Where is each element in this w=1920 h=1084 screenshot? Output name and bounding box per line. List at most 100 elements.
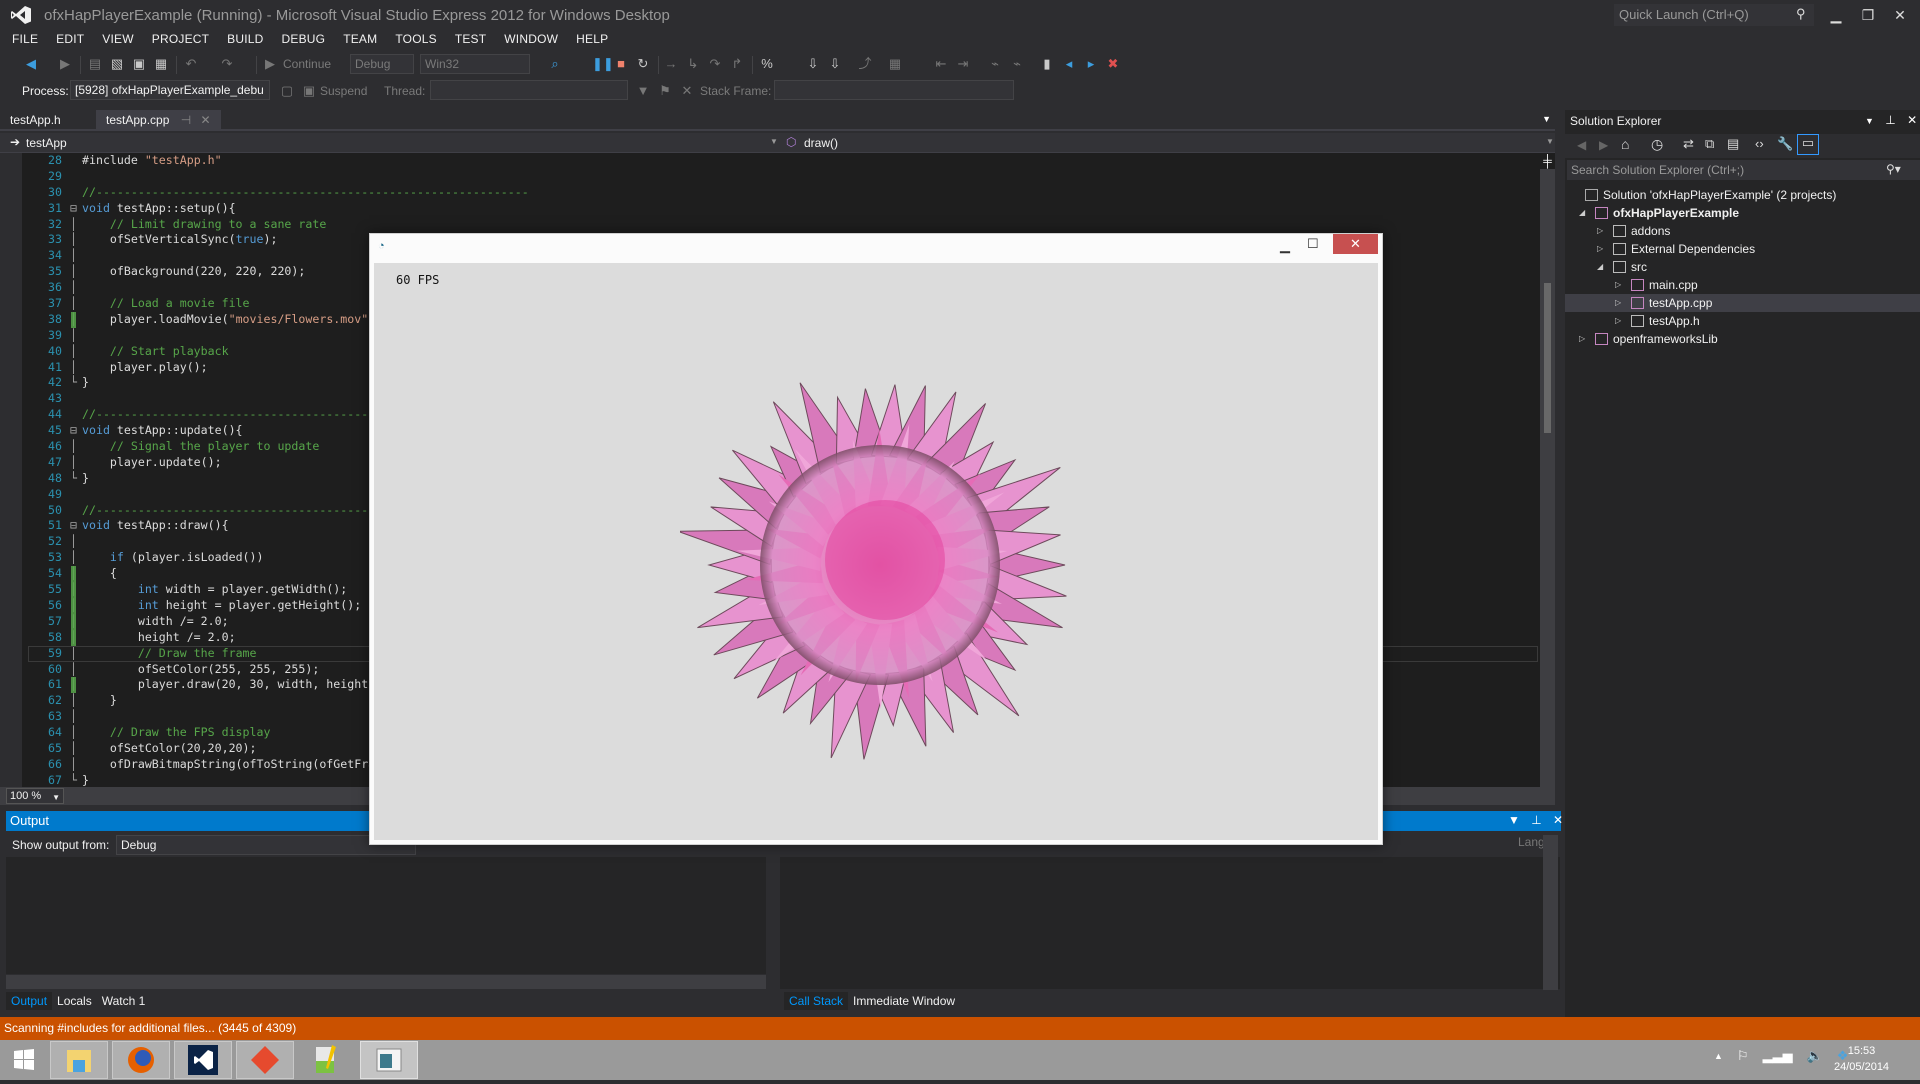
dropdown-icon[interactable]: ▼	[1865, 116, 1874, 126]
hex-display-icon[interactable]: %	[760, 57, 774, 71]
lifecycle-events-icon[interactable]: ▢	[280, 84, 294, 98]
tab-immediate-window[interactable]: Immediate Window	[848, 992, 960, 1010]
tree-item[interactable]: ▷ testApp.cpp	[1565, 294, 1920, 312]
surround-with-icon[interactable]: ⇩	[828, 57, 842, 71]
expand-arrow-icon[interactable]: ▷	[1597, 240, 1603, 258]
save-icon[interactable]: ▣	[132, 57, 146, 71]
search-icon[interactable]: ⚲	[1796, 6, 1806, 22]
tree-item[interactable]: ▷ openframeworksLib	[1565, 330, 1920, 348]
suspend-button[interactable]: Suspend	[320, 84, 367, 98]
show-external-code-icon[interactable]: ✕	[680, 84, 694, 98]
back-icon[interactable]: ◀	[1577, 138, 1586, 152]
solution-explorer-search[interactable]: Search Solution Explorer (Ctrl+;)	[1567, 160, 1920, 180]
menu-edit[interactable]: EDIT	[47, 32, 93, 50]
pending-changes-icon[interactable]: ◷	[1651, 136, 1663, 153]
find-in-files-icon[interactable]: ⌕	[548, 57, 562, 71]
scope-chevron-icon[interactable]: ▼	[770, 137, 778, 146]
pin-icon[interactable]: ⊥	[1531, 813, 1541, 827]
insert-snippet-icon[interactable]: ⇩	[806, 57, 820, 71]
view-code-icon[interactable]: ‹›	[1755, 136, 1764, 151]
menu-file[interactable]: FILE	[0, 32, 47, 50]
close-icon[interactable]: ✕	[1907, 113, 1917, 127]
suspend-icon[interactable]: ▣	[302, 84, 316, 98]
show-hidden-icons-icon[interactable]: ▲	[1714, 1051, 1723, 1064]
show-all-files-icon[interactable]: ▤	[1727, 136, 1739, 152]
platform-dropdown[interactable]: Win32	[420, 54, 530, 74]
tab-overflow-icon[interactable]: ▼	[1542, 114, 1551, 124]
file-explorer-icon[interactable]	[50, 1041, 108, 1079]
member-chevron-icon[interactable]: ▼	[1546, 137, 1554, 146]
zoom-dropdown[interactable]: 100 % ▼	[6, 788, 64, 804]
close-button[interactable]: ✕	[1886, 4, 1914, 26]
tree-item[interactable]: ▷ testApp.h	[1565, 312, 1920, 330]
flag-threads-icon[interactable]: ⚑	[658, 84, 672, 98]
code-line[interactable]: 32 │ // Limit drawing to a sane rate	[28, 217, 1538, 233]
open-file-icon[interactable]: ▧	[110, 57, 124, 71]
filter-icon[interactable]: ▼	[636, 84, 650, 98]
close-tab-icon[interactable]: ✕	[201, 113, 211, 127]
tree-item[interactable]: ◢ src	[1565, 258, 1920, 276]
code-line[interactable]: 28 #include "testApp.h"	[28, 153, 1538, 169]
close-icon[interactable]: ✕	[1553, 813, 1563, 827]
stop-icon[interactable]: ■	[614, 57, 628, 71]
expand-arrow-icon[interactable]: ▷	[1615, 312, 1621, 330]
search-icon[interactable]: ⚲▾	[1886, 162, 1901, 176]
network-icon[interactable]: ▂▃▅	[1763, 1048, 1793, 1064]
outdent-icon[interactable]: ⇤	[934, 57, 948, 71]
dropdown-icon[interactable]: ▼	[1508, 813, 1520, 827]
expand-arrow-icon[interactable]: ▷	[1597, 222, 1603, 240]
forward-icon[interactable]: ▶	[1599, 138, 1608, 152]
restart-icon[interactable]: ↻	[636, 57, 650, 71]
code-line[interactable]: 29	[28, 169, 1538, 185]
minimize-button[interactable]: ▁	[1822, 4, 1850, 26]
indent-icon[interactable]: ⇥	[956, 57, 970, 71]
menu-build[interactable]: BUILD	[218, 32, 272, 50]
tab-locals[interactable]: Locals	[52, 992, 97, 1010]
output-text-area[interactable]	[6, 857, 766, 974]
tree-item[interactable]: ▷ main.cpp	[1565, 276, 1920, 294]
bookmark-icon[interactable]: ▮	[1040, 57, 1054, 71]
menu-window[interactable]: WINDOW	[495, 32, 567, 50]
pause-icon[interactable]: ❚❚	[592, 57, 614, 71]
step-into-icon[interactable]: ↳	[686, 57, 700, 71]
app-minimize-button[interactable]: ▁	[1280, 238, 1290, 254]
continue-icon[interactable]: ▶	[263, 57, 277, 71]
quick-launch-input[interactable]: Quick Launch (Ctrl+Q)	[1614, 4, 1814, 26]
config-dropdown[interactable]: Debug	[350, 54, 414, 74]
menu-tools[interactable]: TOOLS	[386, 32, 445, 50]
tab-call-stack[interactable]: Call Stack	[784, 992, 849, 1010]
clock[interactable]: 15:53 24/05/2014	[1834, 1043, 1889, 1075]
restore-button[interactable]: ❐	[1854, 4, 1882, 26]
tab-watch-1[interactable]: Watch 1	[97, 992, 151, 1010]
action-center-flag-icon[interactable]: ⚐	[1737, 1048, 1749, 1064]
breakpoint-icon[interactable]: ▦	[888, 57, 902, 71]
tree-item[interactable]: ▷ External Dependencies	[1565, 240, 1920, 258]
expand-arrow-icon[interactable]: ▷	[1579, 330, 1585, 348]
menu-test[interactable]: TEST	[446, 32, 495, 50]
stack-frame-dropdown[interactable]	[774, 80, 1014, 100]
expand-arrow-icon[interactable]: ▷	[1615, 294, 1621, 312]
tree-item[interactable]: Solution 'ofxHapPlayerExample' (2 projec…	[1565, 186, 1920, 204]
collapse-icon[interactable]: ⊟	[70, 201, 82, 217]
collapse-icon[interactable]: ⊟	[70, 423, 82, 439]
next-bookmark-icon[interactable]: ▸	[1084, 57, 1098, 71]
volume-icon[interactable]: 🔈	[1807, 1048, 1823, 1064]
save-all-icon[interactable]: ▦	[154, 57, 168, 71]
git-icon[interactable]	[236, 1041, 294, 1079]
tree-item[interactable]: ◢ ofxHapPlayerExample	[1565, 204, 1920, 222]
properties-icon[interactable]: 🔧	[1777, 136, 1793, 152]
uncomment-lines-icon[interactable]: ⌁	[1010, 57, 1024, 71]
show-next-statement-icon[interactable]: →	[664, 57, 678, 71]
call-stack-panel[interactable]	[780, 857, 1560, 989]
visual-studio-taskbar-icon[interactable]	[174, 1041, 232, 1079]
step-over-icon[interactable]: ↷	[708, 57, 722, 71]
new-project-icon[interactable]: ▤	[88, 57, 102, 71]
redo-icon[interactable]: ↷	[220, 57, 234, 71]
comment-lines-icon[interactable]: ⌁	[988, 57, 1002, 71]
split-editor-icon[interactable]: ╪	[1540, 153, 1555, 169]
menu-team[interactable]: TEAM	[334, 32, 386, 50]
pin-icon[interactable]: ⊥	[1885, 113, 1895, 127]
collapse-all-icon[interactable]: ⧉	[1705, 136, 1714, 152]
editor-scroll-thumb[interactable]	[1544, 283, 1551, 433]
home-icon[interactable]: ⌂	[1621, 136, 1629, 152]
